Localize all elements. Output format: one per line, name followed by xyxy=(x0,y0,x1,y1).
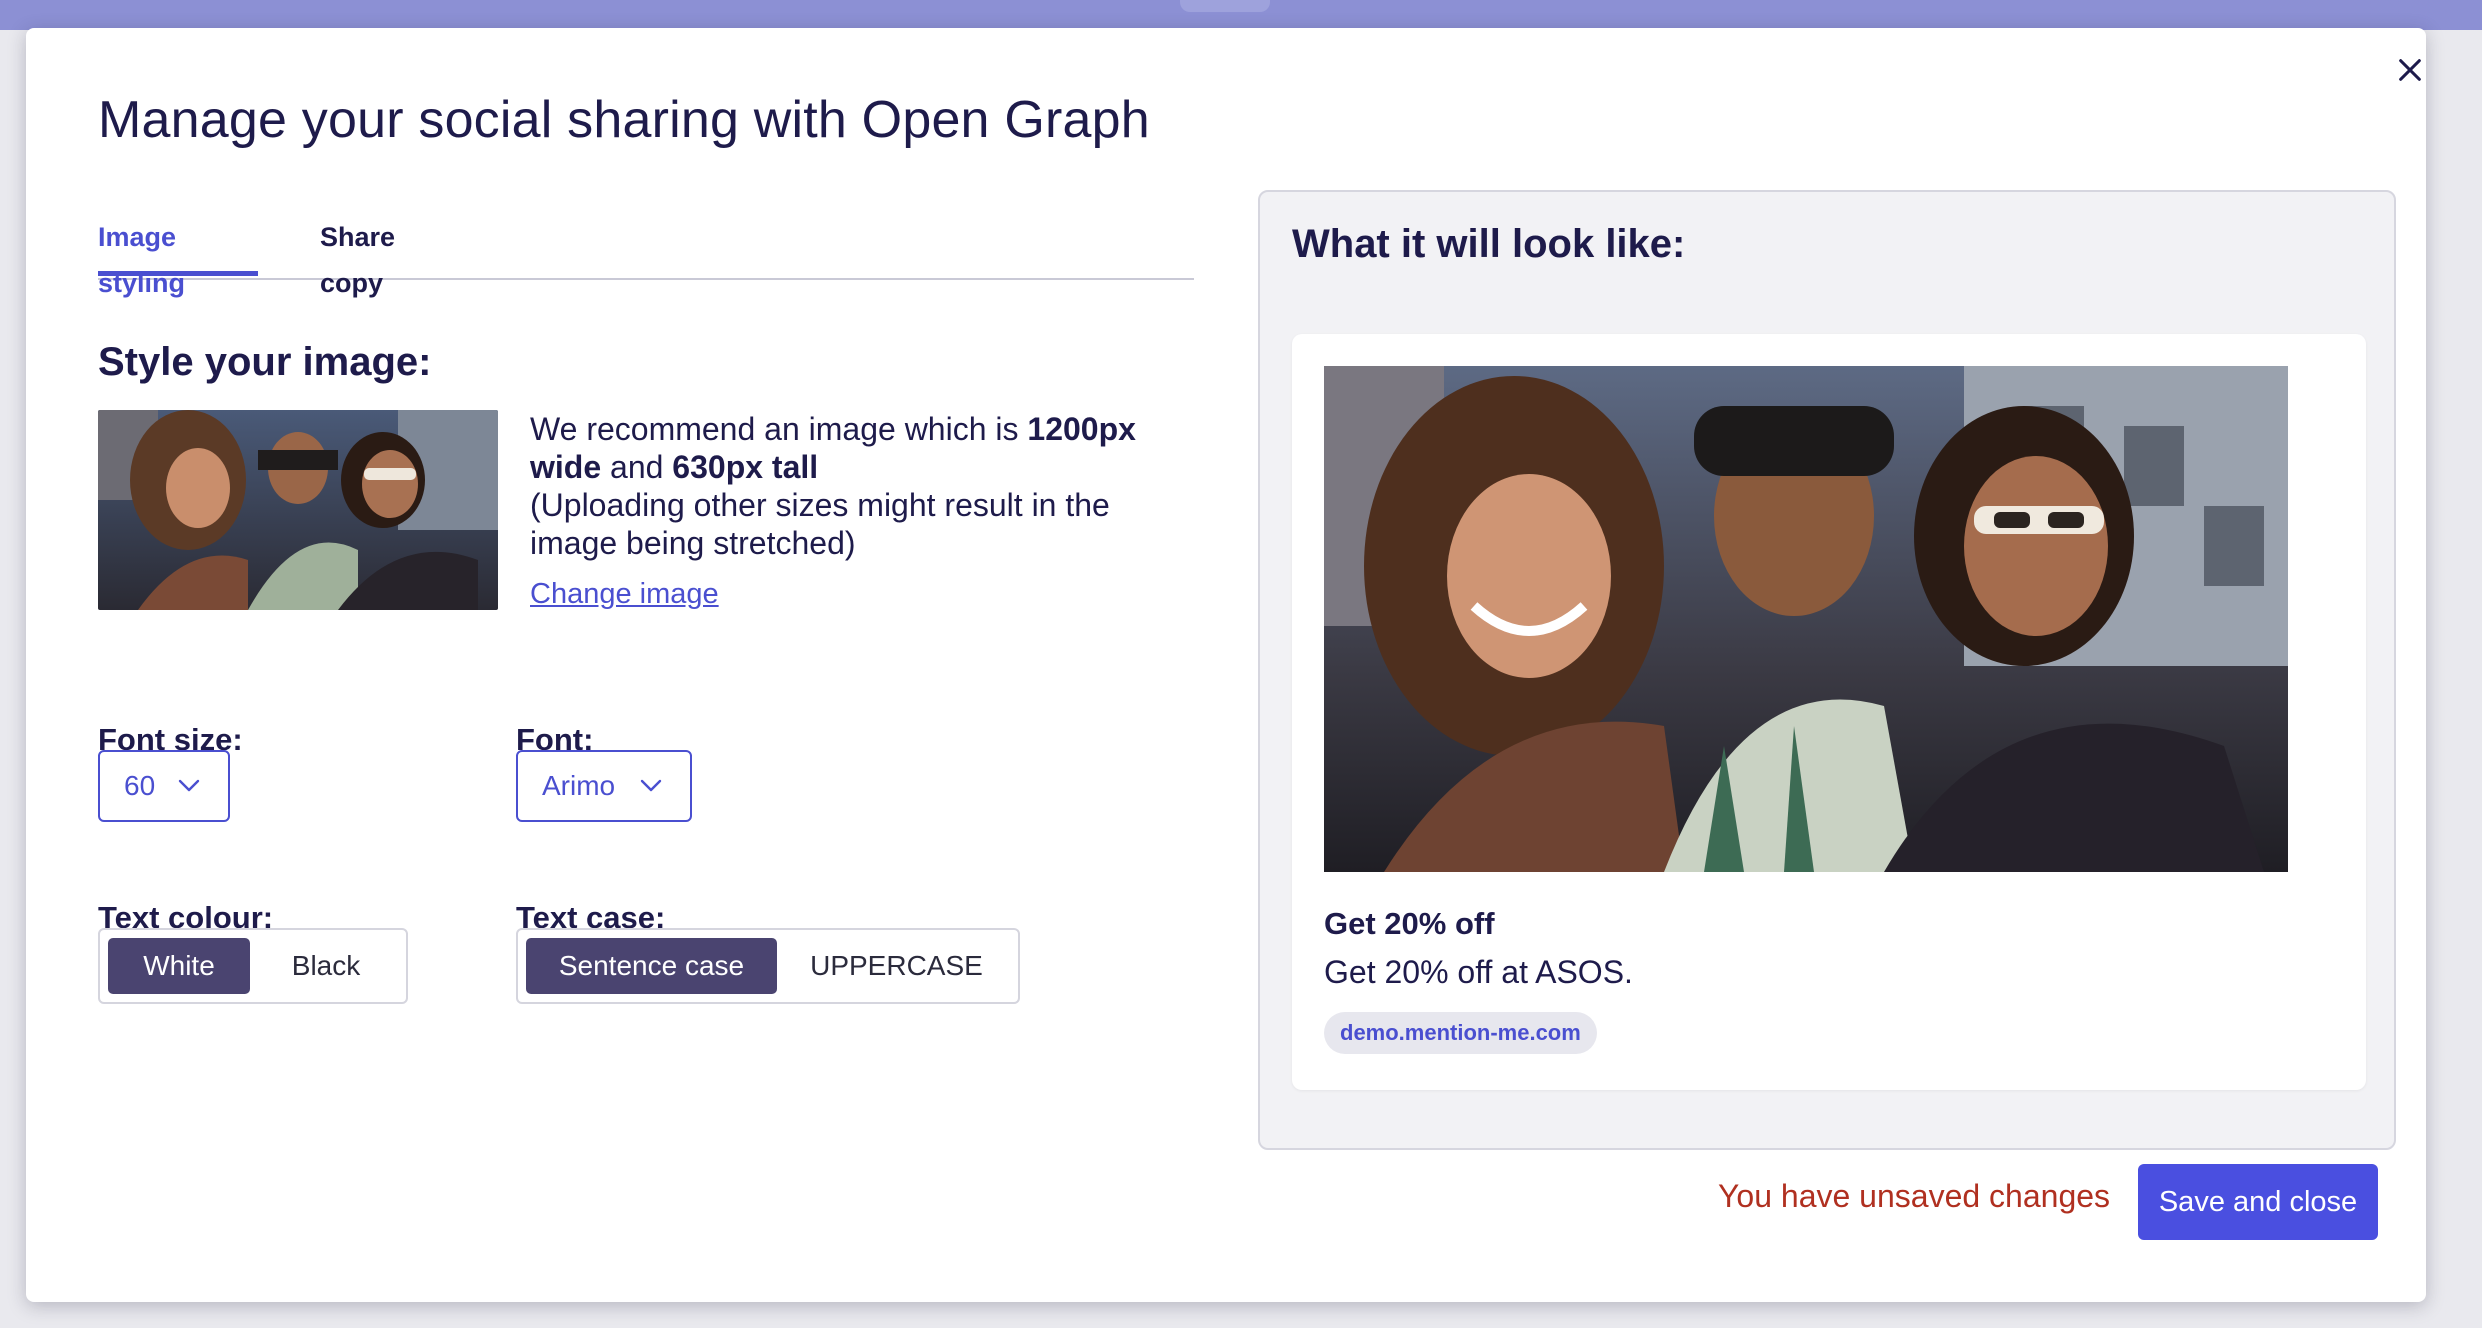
preview-image xyxy=(1324,366,2288,872)
text-case-toggle: Sentence case UPPERCASE xyxy=(516,928,1020,1004)
preview-panel: What it will look like: Get 20% off Get … xyxy=(1258,190,2396,1150)
font-size-value: 60 xyxy=(124,770,156,801)
recommend-text-1: We recommend an image which is xyxy=(530,411,1028,447)
preview-card-domain: demo.mention-me.com xyxy=(1324,1012,1597,1054)
share-preview-card: Get 20% off Get 20% off at ASOS. demo.me… xyxy=(1292,334,2366,1090)
style-section-title: Style your image: xyxy=(98,340,432,384)
font-value: Arimo xyxy=(542,770,616,801)
save-and-close-button[interactable]: Save and close xyxy=(2138,1164,2378,1240)
text-colour-toggle: White Black xyxy=(98,928,408,1004)
font-select[interactable]: Arimo xyxy=(516,750,692,822)
preview-card-description: Get 20% off at ASOS. xyxy=(1324,954,1633,990)
recommend-text-2: and xyxy=(601,449,673,485)
preview-heading: What it will look like: xyxy=(1292,222,1686,266)
modal-title: Manage your social sharing with Open Gra… xyxy=(98,91,1150,149)
sentence-case-button[interactable]: Sentence case xyxy=(526,938,777,994)
text-colour-white-button[interactable]: White xyxy=(108,938,250,994)
close-button[interactable] xyxy=(2386,46,2434,94)
text-colour-black-button[interactable]: Black xyxy=(256,938,396,994)
tab-share-copy[interactable]: Share copy xyxy=(320,214,460,298)
close-icon xyxy=(2399,59,2421,81)
preview-card-title: Get 20% off xyxy=(1324,906,1495,941)
font-size-select[interactable]: 60 xyxy=(98,750,230,822)
recommend-height: 630px tall xyxy=(672,449,819,485)
open-graph-modal: Manage your social sharing with Open Gra… xyxy=(26,28,2426,1302)
image-thumbnail xyxy=(98,410,498,610)
tab-image-styling[interactable]: Image styling xyxy=(98,214,258,298)
uppercase-button[interactable]: UPPERCASE xyxy=(783,938,1010,994)
tab-bar: Image styling Share copy xyxy=(98,214,1194,298)
unsaved-changes-text: You have unsaved changes xyxy=(1718,1178,2111,1214)
image-recommendation-text: We recommend an image which is 1200px wi… xyxy=(530,410,1170,562)
recommend-note: (Uploading other sizes might result in t… xyxy=(530,487,1110,561)
chevron-down-icon xyxy=(178,779,200,792)
chevron-down-icon xyxy=(640,779,662,792)
change-image-link[interactable]: Change image xyxy=(530,578,719,611)
backdrop-pill xyxy=(1180,0,1270,12)
